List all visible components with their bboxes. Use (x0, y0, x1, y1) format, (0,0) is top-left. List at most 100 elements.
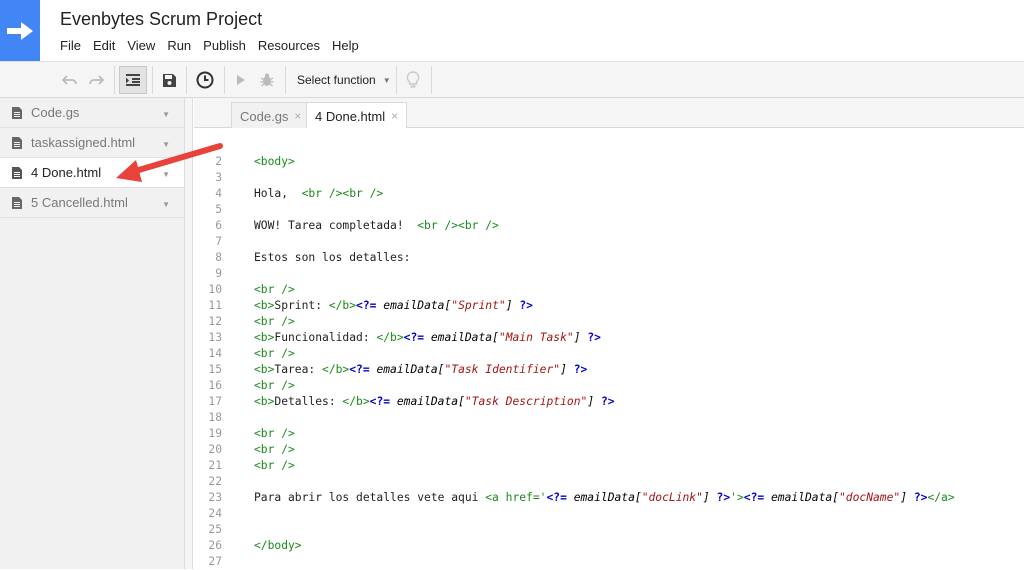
menu-publish[interactable]: Publish (203, 38, 252, 53)
indent-button[interactable] (119, 66, 147, 94)
code-token: Estos son los detalles: (254, 251, 411, 264)
toolbar-divider (114, 66, 115, 94)
code-line[interactable]: 14 <br /> (194, 346, 1024, 362)
code-token: </b> (322, 363, 350, 376)
undo-button[interactable] (58, 66, 82, 94)
code-line[interactable]: 10 <br /> (194, 282, 1024, 298)
code-token: ] (573, 331, 581, 344)
toolbar-divider (186, 66, 187, 94)
file-item-5-cancelled[interactable]: 5 Cancelled.html ▼ (0, 188, 184, 218)
code-token: Hola, (254, 187, 302, 200)
code-text: <br /> (254, 282, 295, 298)
tab-label: Code.gs (240, 108, 289, 124)
close-icon[interactable]: × (391, 109, 398, 123)
code-text: Hola, <br /><br /> (254, 186, 383, 202)
chevron-down-icon[interactable]: ▼ (162, 200, 170, 209)
code-token: <br /><br /> (417, 219, 499, 232)
close-icon[interactable]: × (294, 109, 301, 123)
code-token: <br /> (254, 427, 295, 440)
code-line[interactable]: 19 <br /> (194, 426, 1024, 442)
save-icon (162, 73, 176, 87)
line-number: 16 (208, 379, 222, 392)
code-line[interactable]: 27 (194, 554, 1024, 570)
code-line[interactable]: 11 <b>Sprint: </b><?= emailData["Sprint"]… (194, 298, 1024, 314)
code-token: <br /> (254, 443, 295, 456)
select-function-dropdown[interactable]: Select function ▼ (289, 66, 399, 94)
save-button[interactable] (157, 66, 181, 94)
code-token: <b> (254, 363, 275, 376)
code-line[interactable]: 26 </body> (194, 538, 1024, 554)
code-token: "Sprint" (451, 299, 506, 312)
code-line[interactable]: 17 <b>Detalles: </b><?= emailData["Task D… (194, 394, 1024, 410)
code-token: "Task Identifier" (444, 363, 561, 376)
debug-button[interactable] (255, 66, 279, 94)
toolbar: Select function ▼ (0, 62, 1024, 98)
code-line[interactable]: 20 <br /> (194, 442, 1024, 458)
code-line[interactable]: 22 (194, 474, 1024, 490)
code-line[interactable]: 15 <b>Tarea: </b><?= emailData["Task Iden… (194, 362, 1024, 378)
code-line[interactable]: 9 (194, 266, 1024, 282)
menu-run[interactable]: Run (167, 38, 197, 53)
code-line[interactable]: 5 (194, 202, 1024, 218)
code-line[interactable]: 4 Hola, <br /><br /> (194, 186, 1024, 202)
code-token: Detalles: (274, 395, 343, 408)
line-number: 10 (208, 283, 222, 296)
code-token: </body> (254, 539, 302, 552)
tab-4-done-html[interactable]: 4 Done.html × (306, 102, 408, 129)
toolbar-divider (152, 66, 153, 94)
code-line[interactable]: 12 <br /> (194, 314, 1024, 330)
line-number: 15 (208, 363, 222, 376)
run-button[interactable] (230, 66, 252, 94)
code-token: <br /> (254, 283, 295, 296)
code-line[interactable]: 24 (194, 506, 1024, 522)
file-item-code-gs[interactable]: Code.gs ▼ (0, 98, 184, 128)
code-token: emailData[ (770, 491, 839, 504)
code-line[interactable]: 25 (194, 522, 1024, 538)
project-title[interactable]: Evenbytes Scrum Project (60, 9, 262, 30)
chevron-down-icon: ▼ (382, 75, 391, 85)
code-token: <a href=' (485, 491, 547, 504)
file-icon (12, 166, 22, 179)
code-line[interactable]: 2 <body> (194, 154, 1024, 170)
play-icon (237, 75, 245, 85)
code-line[interactable]: 23 Para abrir los detalles vete aqui <a h… (194, 490, 1024, 506)
code-token: ?> (600, 395, 615, 408)
menu-resources[interactable]: Resources (258, 38, 326, 53)
apps-script-logo[interactable] (0, 0, 40, 61)
code-editor[interactable]: 2 <body> 3 4 Hola, <br /><br /> 5 6 WOW! Tarea … (194, 128, 1024, 569)
line-number: 23 (208, 491, 222, 504)
code-token: ] (900, 491, 908, 504)
execution-hints-button[interactable] (401, 66, 425, 94)
code-line[interactable]: 13 <b>Funcionalidad: </b><?= emailData["M… (194, 330, 1024, 346)
menu-file[interactable]: File (60, 38, 87, 53)
code-text: <br /> (254, 426, 295, 442)
code-token: </b> (328, 299, 357, 312)
code-line[interactable]: 21 <br /> (194, 458, 1024, 474)
menu-edit[interactable]: Edit (93, 38, 121, 53)
code-line[interactable]: 3 (194, 170, 1024, 186)
file-icon (12, 136, 22, 149)
code-line[interactable]: 18 (194, 410, 1024, 426)
triggers-button[interactable] (192, 66, 218, 94)
chevron-down-icon[interactable]: ▼ (162, 110, 170, 119)
menu-help[interactable]: Help (332, 38, 365, 53)
code-line[interactable]: 16 <br /> (194, 378, 1024, 394)
line-number: 13 (208, 331, 222, 344)
tab-code-gs[interactable]: Code.gs × (231, 102, 311, 129)
code-text: <b>Funcionalidad: </b><?= emailData["Mai… (254, 330, 601, 346)
code-token: emailData[ (376, 363, 445, 376)
code-line[interactable]: 8 Estos son los detalles: (194, 250, 1024, 266)
menu-view[interactable]: View (127, 38, 161, 53)
code-line[interactable]: 6 WOW! Tarea completada! <br /><br /> (194, 218, 1024, 234)
code-token: <?= (356, 299, 377, 312)
redo-button[interactable] (84, 66, 108, 94)
code-line[interactable]: 7 (194, 234, 1024, 250)
code-token: <?= (546, 491, 567, 504)
line-number: 11 (208, 299, 222, 312)
code-token: ?> (587, 331, 601, 344)
code-token: Tarea: (274, 363, 323, 376)
